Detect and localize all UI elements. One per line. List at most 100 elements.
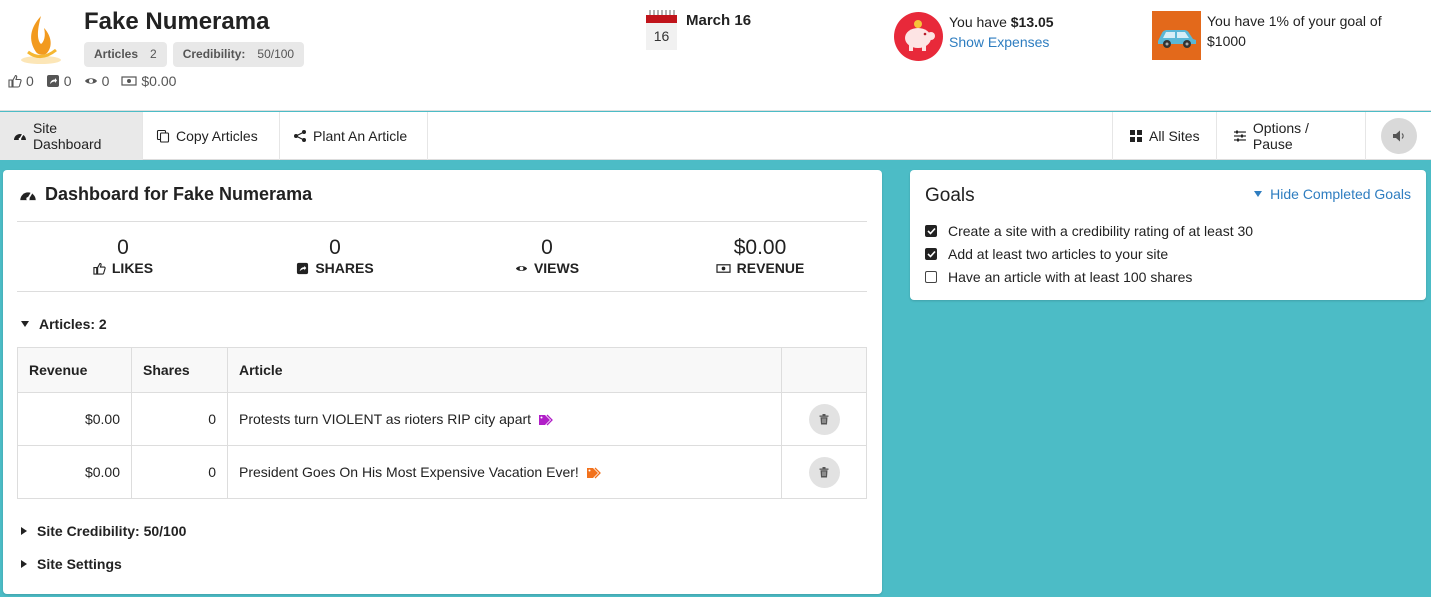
column-header-actions bbox=[781, 347, 867, 393]
site-labels: Articles 2 Credibility: 50/100 bbox=[84, 42, 305, 67]
delete-article-button[interactable] bbox=[808, 456, 840, 488]
header-shares-value: 0 bbox=[63, 73, 72, 89]
tab-plant-article[interactable]: Plant An Article bbox=[280, 112, 428, 160]
stat-revenue-label: REVENUE bbox=[736, 260, 805, 276]
share-alternate-icon bbox=[294, 130, 306, 142]
show-expenses-link[interactable]: Show Expenses bbox=[949, 34, 1049, 50]
copy-icon bbox=[156, 129, 170, 143]
trash-icon bbox=[819, 413, 829, 424]
cell-article: President Goes On His Most Expensive Vac… bbox=[227, 445, 782, 499]
delete-article-button[interactable] bbox=[808, 403, 840, 435]
money-prefix: You have bbox=[949, 14, 1011, 30]
stat-views-value: 0 bbox=[541, 236, 553, 259]
column-header-revenue: Revenue bbox=[17, 347, 132, 393]
goal-item: Create a site with a credibility rating … bbox=[925, 223, 1253, 239]
thumbs-up-icon bbox=[8, 74, 22, 88]
header-revenue: $0.00 bbox=[121, 73, 176, 89]
caret-down-icon bbox=[1254, 191, 1263, 197]
sliders-icon bbox=[1233, 130, 1246, 142]
stat-revenue: $0.00 REVENUE bbox=[650, 236, 870, 276]
tab-all-sites-label: All Sites bbox=[1149, 128, 1200, 144]
header-revenue-value: $0.00 bbox=[141, 73, 177, 89]
dashboard-gauge-icon bbox=[20, 191, 36, 201]
hide-completed-goals-toggle[interactable]: Hide Completed Goals bbox=[1254, 186, 1411, 202]
stat-revenue-value: $0.00 bbox=[733, 236, 787, 259]
goal-item: Have an article with at least 100 shares bbox=[925, 269, 1192, 285]
eye-icon bbox=[515, 265, 528, 271]
cell-revenue: $0.00 bbox=[17, 392, 132, 446]
column-header-shares: Shares bbox=[131, 347, 228, 393]
credibility-heading: Site Credibility: 50/100 bbox=[37, 523, 187, 539]
articles-heading: Articles: 2 bbox=[39, 316, 107, 332]
articles-label-name: Articles bbox=[94, 47, 139, 61]
divider bbox=[17, 291, 867, 292]
money-bill-icon bbox=[121, 76, 137, 86]
settings-heading: Site Settings bbox=[37, 556, 122, 572]
sound-toggle-button[interactable] bbox=[1381, 118, 1417, 154]
article-title: President Goes On His Most Expensive Vac… bbox=[239, 464, 579, 480]
header-likes: 0 bbox=[8, 73, 34, 89]
table-header-row: Revenue Shares Article bbox=[17, 347, 867, 393]
credibility-label-name: Credibility: bbox=[182, 47, 246, 61]
stat-likes-label: LIKES bbox=[111, 260, 154, 276]
tab-options-pause[interactable]: Options / Pause bbox=[1216, 112, 1366, 160]
money-text: You have $13.05 Show Expenses bbox=[949, 12, 1149, 52]
dashboard-gauge-icon bbox=[13, 133, 26, 141]
goals-panel: Goals Hide Completed Goals Create a site… bbox=[910, 170, 1426, 300]
header-stats: 0 0 0 $0.00 bbox=[8, 73, 176, 89]
table-row: $0.00 0 Protests turn VIOLENT as rioters… bbox=[17, 392, 867, 446]
tags-icon bbox=[586, 467, 601, 479]
table-row: $0.00 0 President Goes On His Most Expen… bbox=[17, 445, 867, 499]
tab-options-pause-label: Options / Pause bbox=[1252, 120, 1309, 152]
thumbs-up-icon bbox=[93, 262, 106, 275]
goal-text: Have an article with at least 100 shares bbox=[948, 269, 1193, 285]
tab-site-dashboard[interactable]: Site Dashboard bbox=[0, 112, 143, 160]
dashboard-title: Dashboard for Fake Numerama bbox=[19, 184, 312, 205]
header-views: 0 bbox=[84, 73, 110, 89]
volume-icon bbox=[1393, 130, 1404, 142]
calendar-icon: 16 bbox=[646, 10, 677, 50]
piggy-bank-icon bbox=[894, 12, 943, 61]
goals-title: Goals bbox=[925, 185, 975, 206]
caret-down-icon bbox=[21, 321, 29, 327]
cell-actions bbox=[781, 445, 867, 499]
goal-text-line2: $1000 bbox=[1207, 33, 1246, 49]
caret-right-icon bbox=[21, 560, 27, 568]
header-shares: 0 bbox=[46, 73, 72, 89]
calendar-day: 16 bbox=[646, 23, 677, 50]
goal-checkbox-checked bbox=[925, 225, 937, 237]
trash-icon bbox=[819, 466, 829, 477]
cell-shares: 0 bbox=[131, 445, 228, 499]
share-square-icon bbox=[297, 262, 309, 274]
stat-views: 0 VIEWS bbox=[437, 236, 657, 276]
stat-likes-value: 0 bbox=[117, 236, 129, 259]
hide-completed-goals-label: Hide Completed Goals bbox=[1270, 186, 1411, 202]
site-title: Fake Numerama bbox=[84, 8, 270, 35]
money-bill-icon bbox=[716, 263, 731, 273]
money-amount: $13.05 bbox=[1010, 14, 1054, 30]
articles-table: Revenue Shares Article $0.00 0 Protests … bbox=[17, 347, 867, 499]
tab-copy-articles[interactable]: Copy Articles bbox=[143, 112, 280, 160]
stat-likes: 0 LIKES bbox=[13, 236, 233, 276]
settings-accordion-toggle[interactable]: Site Settings bbox=[21, 556, 122, 572]
goal-item: Add at least two articles to your site bbox=[925, 246, 1168, 262]
cell-revenue: $0.00 bbox=[17, 445, 132, 499]
header-views-value: 0 bbox=[101, 73, 110, 89]
main-nav: Site Dashboard Copy Articles Plant An Ar… bbox=[0, 112, 1431, 160]
cell-shares: 0 bbox=[131, 392, 228, 446]
date-text: March 16 bbox=[686, 12, 752, 29]
goal-text: Add at least two articles to your site bbox=[948, 246, 1169, 262]
goal-text-line1: You have 1% of your goal of bbox=[1207, 13, 1382, 29]
goal-checkbox-checked bbox=[925, 248, 937, 260]
caret-right-icon bbox=[21, 527, 27, 535]
articles-label-value: 2 bbox=[150, 47, 157, 61]
top-bar: Fake Numerama Articles 2 Credibility: 50… bbox=[0, 0, 1431, 111]
stat-shares: 0 SHARES bbox=[225, 236, 445, 276]
credibility-label: Credibility: 50/100 bbox=[172, 42, 305, 67]
articles-accordion-toggle[interactable]: Articles: 2 bbox=[21, 316, 107, 332]
goal-text: Create a site with a credibility rating … bbox=[948, 223, 1254, 239]
tab-all-sites[interactable]: All Sites bbox=[1112, 112, 1216, 160]
credibility-accordion-toggle[interactable]: Site Credibility: 50/100 bbox=[21, 523, 186, 539]
goal-checkbox-unchecked bbox=[925, 271, 937, 283]
dashboard-panel: Dashboard for Fake Numerama 0 LIKES 0 SH… bbox=[3, 170, 882, 594]
